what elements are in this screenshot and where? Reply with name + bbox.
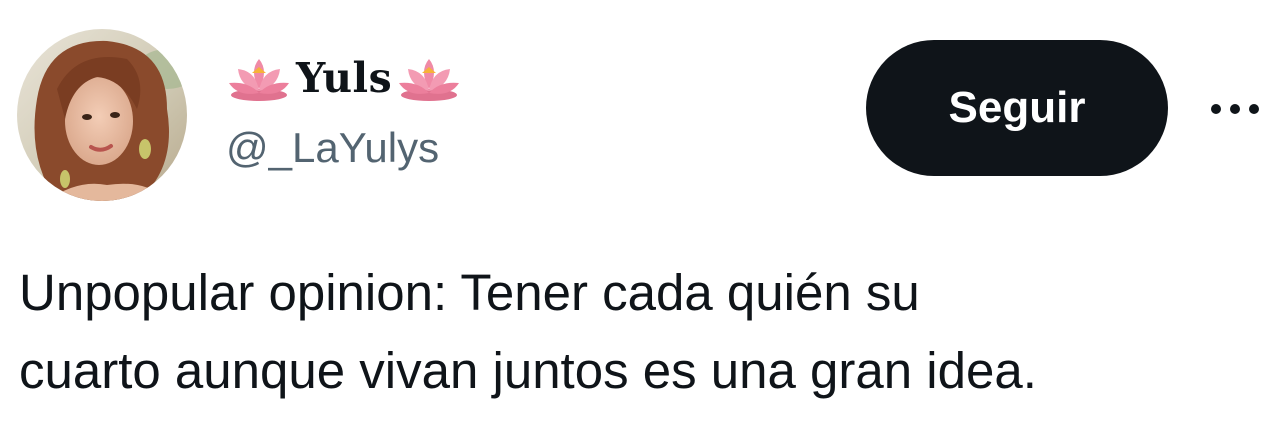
author-display-name[interactable]: Yuls xyxy=(226,50,462,106)
author-handle[interactable]: @_LaYulys xyxy=(226,120,439,176)
display-name-text: Yuls xyxy=(296,54,393,102)
more-horizontal-icon xyxy=(1211,104,1259,114)
tweet-text: Unpopular opinion: Tener cada quién su c… xyxy=(19,254,1269,410)
author-avatar[interactable] xyxy=(17,29,187,201)
lotus-flower-icon xyxy=(226,53,292,103)
more-options-button[interactable] xyxy=(1205,92,1265,126)
lotus-flower-icon xyxy=(396,53,462,103)
tweet-text-line: Unpopular opinion: Tener cada quién su xyxy=(19,264,920,321)
tweet-text-line: cuarto aunque vivan juntos es una gran i… xyxy=(19,342,1037,399)
follow-button[interactable]: Seguir xyxy=(866,40,1168,176)
